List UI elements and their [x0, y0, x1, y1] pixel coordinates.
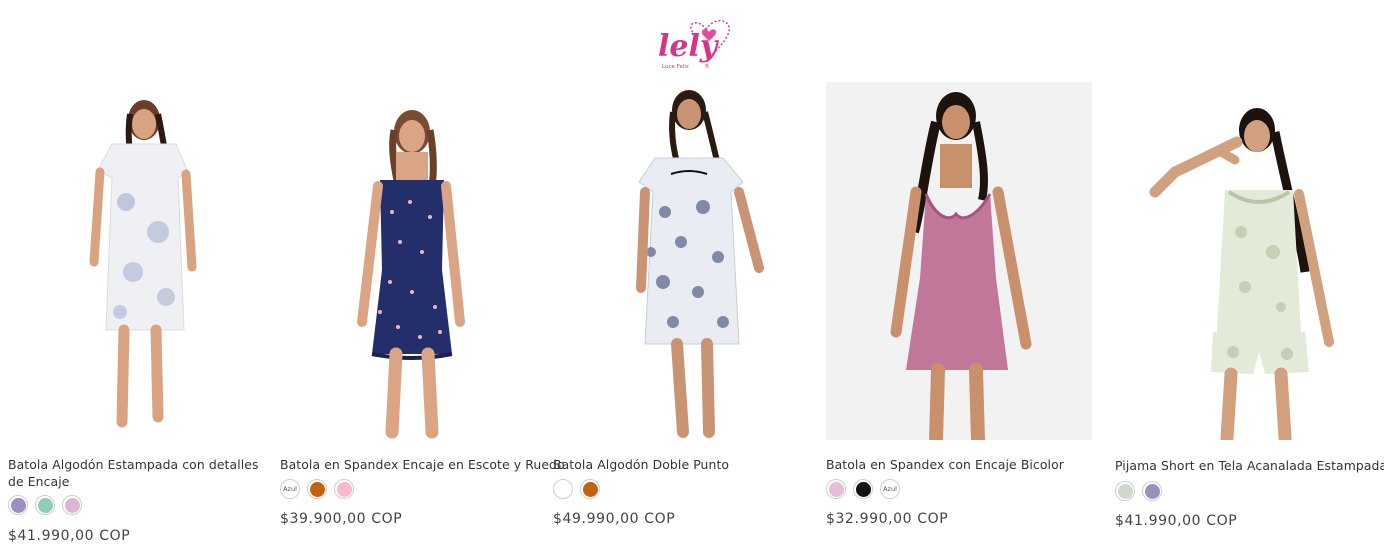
product-title[interactable]: Batola en Spandex Encaje en Escote y Rue… [280, 456, 565, 473]
color-swatch[interactable] [62, 495, 82, 515]
color-swatch[interactable] [826, 479, 846, 499]
product-title[interactable]: Batola Algodón Estampada con detalles de… [8, 456, 266, 490]
color-swatch[interactable] [553, 479, 573, 499]
color-swatch[interactable]: Azul [880, 479, 900, 499]
product-price: $39.900,00 COP [280, 511, 403, 527]
color-swatches: Azul [826, 479, 900, 499]
product-title[interactable]: Pijama Short en Tela Acanalada Estampada [1115, 457, 1384, 474]
product-grid: Batola Algodón Estampada con detalles de… [0, 0, 1384, 560]
model-photo-icon [1149, 108, 1334, 440]
product-card[interactable]: Batola Algodón Doble Punto $49.990,00 CO… [553, 82, 817, 542]
color-swatch[interactable] [8, 495, 28, 515]
product-price: $32.990,00 COP [826, 511, 949, 527]
product-image[interactable] [280, 82, 544, 440]
color-swatch[interactable] [35, 495, 55, 515]
model-photo-icon [890, 92, 1032, 440]
color-swatch[interactable] [853, 479, 873, 499]
color-swatch[interactable] [1115, 481, 1135, 501]
color-swatches [553, 479, 600, 499]
color-swatch[interactable]: Azul [280, 479, 300, 499]
product-price: $49.990,00 COP [553, 511, 676, 527]
product-image[interactable] [826, 82, 1092, 440]
color-swatch[interactable] [1142, 481, 1162, 501]
swatch-label: Azul [883, 485, 897, 493]
model-photo-icon [89, 100, 197, 428]
product-price: $41.990,00 COP [1115, 513, 1238, 529]
product-card[interactable]: Batola Algodón Estampada con detalles de… [8, 82, 270, 552]
product-image[interactable] [1115, 82, 1377, 440]
product-image[interactable] [553, 82, 817, 440]
color-swatches: Azul [280, 479, 354, 499]
product-price: $41.990,00 COP [8, 528, 131, 544]
color-swatch[interactable] [307, 479, 327, 499]
model-photo-icon [357, 110, 465, 439]
product-title[interactable]: Batola en Spandex con Encaje Bicolor [826, 456, 1092, 473]
product-card[interactable]: Batola en Spandex con Encaje Bicolor Azu… [826, 82, 1092, 542]
color-swatches [8, 495, 82, 515]
product-card[interactable]: Batola en Spandex Encaje en Escote y Rue… [280, 82, 565, 542]
product-card[interactable]: Pijama Short en Tela Acanalada Estampada… [1115, 82, 1384, 542]
model-photo-icon [636, 90, 764, 438]
color-swatches [1115, 481, 1162, 501]
color-swatch[interactable] [580, 479, 600, 499]
swatch-label: Azul [283, 485, 297, 493]
product-image[interactable] [8, 82, 270, 440]
color-swatch[interactable] [334, 479, 354, 499]
product-title[interactable]: Batola Algodón Doble Punto [553, 456, 817, 473]
